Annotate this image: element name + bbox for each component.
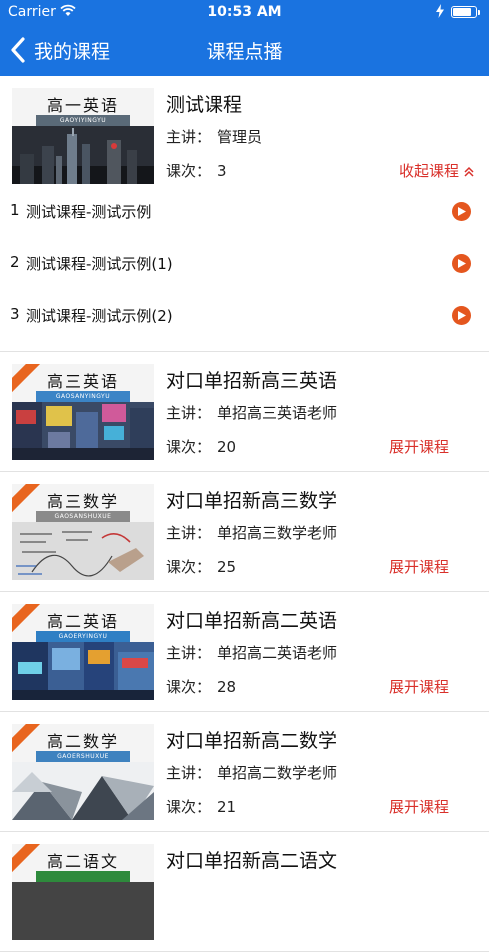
lesson-name: 测试课程-测试示例(1) [26,255,173,273]
expand-course-button[interactable]: 展开课程 [389,436,449,457]
course-title: 对口单招新高二语文 [166,850,338,872]
course-title: 对口单招新高三数学 [166,490,338,512]
count-value: 25 [217,558,237,576]
course-item[interactable]: 高三数学 GAOSANSHUXUE 对口单招新高三数学 主讲： 单招高三数学老师 … [0,472,489,592]
course-teacher: 主讲： 管理员 [166,126,262,147]
teacher-name: 单招高二数学老师 [217,764,338,782]
course-thumbnail: 高三数学 GAOSANSHUXUE [12,484,154,580]
city-billboard-image [12,642,154,700]
course-thumbnail: 高二语文 [12,844,154,940]
teacher-label: 主讲： [166,644,212,662]
city-night-image [12,126,154,184]
thumb-title: 高二英语 [46,612,119,631]
count-label: 课次： [166,558,212,576]
lesson-number: 3 [10,305,20,323]
lesson-item[interactable]: 2 测试课程-测试示例(1) [0,238,489,290]
battery-fill [453,8,471,16]
lesson-name: 测试课程-测试示例 [26,203,152,221]
count-value: 3 [217,162,227,180]
teacher-label: 主讲： [166,764,212,782]
course-teacher: 主讲： 单招高二英语老师 [166,642,337,663]
course-thumbnail: 高二数学 GAOERSHUXUE [12,724,154,820]
thumb-title: 高二数学 [46,732,119,751]
teacher-name: 管理员 [217,128,263,146]
course-teacher: 主讲： 单招高三英语老师 [166,402,337,423]
page-title: 课程点播 [206,41,283,63]
status-bar: Carrier 10:53 AM [0,0,489,24]
expand-course-button[interactable]: 展开课程 [389,676,449,697]
course-title: 测试课程 [166,94,243,116]
count-value: 28 [217,678,237,696]
play-circle-icon[interactable] [452,202,471,221]
course-item[interactable]: 高二语文 对口单招新高二语文 [0,832,489,952]
geometric-cubes-image [12,762,154,820]
teacher-label: 主讲： [166,404,212,422]
play-circle-icon[interactable] [452,254,471,273]
count-label: 课次： [166,798,212,816]
teacher-name: 单招高三英语老师 [217,404,338,422]
course-thumbnail: 高一英语 GAOYIYINGYU [12,88,154,184]
course-count: 课次： 28 [166,676,236,697]
thumb-title: 高三英语 [46,372,119,391]
course-title: 对口单招新高三英语 [166,370,338,392]
math-board-image [12,522,154,580]
thumb-pinyin: GAOERSHUXUE [36,751,130,762]
course-item[interactable]: 高三英语 GAOSANYINGYU 对口单招新高三英语 主讲： 单招高三英语老师 … [0,352,489,472]
lesson-number: 1 [10,201,20,219]
expand-course-button[interactable]: 展开课程 [389,796,449,817]
thumb-pinyin: GAOERYINGYU [36,631,130,642]
thumb-title: 高三数学 [46,492,119,511]
course-count: 课次： 20 [166,436,236,457]
course-teacher: 主讲： 单招高二数学老师 [166,762,337,783]
collapse-course-button[interactable]: 收起课程 [399,160,475,181]
count-value: 21 [217,798,237,816]
battery-tip [478,10,480,15]
times-square-image [12,402,154,460]
expand-course-button[interactable]: 展开课程 [389,556,449,577]
course-list: 高一英语 GAOYIYINGYU 测试课程 主讲： 管理员 课次： 3 收起课程… [0,76,489,952]
thumb-title: 高二语文 [46,852,119,871]
play-circle-icon[interactable] [452,306,471,325]
thumb-title: 高一英语 [46,96,119,115]
course-item[interactable]: 高二数学 GAOERSHUXUE 对口单招新高二数学 主讲： 单招高二数学老师 课… [0,712,489,832]
charging-icon [436,4,444,18]
count-label: 课次： [166,162,212,180]
course-teacher: 主讲： 单招高三数学老师 [166,522,337,543]
nav-bar: 我的课程 课程点播 [0,24,489,76]
collapse-label: 收起课程 [398,162,459,180]
battery-icon [451,6,480,18]
lesson-name: 测试课程-测试示例(2) [26,307,173,325]
thumb-pinyin: GAOYIYINGYU [36,115,130,126]
course-count: 课次： 3 [166,160,227,181]
teacher-name: 单招高三数学老师 [217,524,338,542]
status-time: 10:53 AM [207,4,282,20]
course-thumbnail: 高二英语 GAOERYINGYU [12,604,154,700]
count-label: 课次： [166,678,212,696]
teacher-label: 主讲： [166,128,212,146]
count-value: 20 [217,438,237,456]
course-item[interactable]: 高二英语 GAOERYINGYU 对口单招新高二英语 主讲： 单招高二英语老师 课… [0,592,489,712]
lesson-item[interactable]: 3 测试课程-测试示例(2) [0,290,489,342]
course-count: 课次： 25 [166,556,236,577]
lesson-list: 1 测试课程-测试示例 2 测试课程-测试示例(1) 3 测试课程-测试示例(2… [0,186,489,352]
course-item[interactable]: 高一英语 GAOYIYINGYU 测试课程 主讲： 管理员 课次： 3 收起课程 [0,76,489,186]
thumb-pinyin [36,871,130,882]
lesson-number: 2 [10,253,20,271]
course-thumbnail: 高三英语 GAOSANYINGYU [12,364,154,460]
course-count: 课次： 21 [166,796,236,817]
count-label: 课次： [166,438,212,456]
thumb-pinyin: GAOSANYINGYU [36,391,130,402]
lesson-item[interactable]: 1 测试课程-测试示例 [0,186,489,238]
thumb-pinyin: GAOSANSHUXUE [36,511,130,522]
course-title: 对口单招新高二英语 [166,610,338,632]
teacher-label: 主讲： [166,524,212,542]
double-chevron-up-icon [464,166,474,177]
teacher-name: 单招高二英语老师 [217,644,338,662]
course-title: 对口单招新高二数学 [166,730,338,752]
